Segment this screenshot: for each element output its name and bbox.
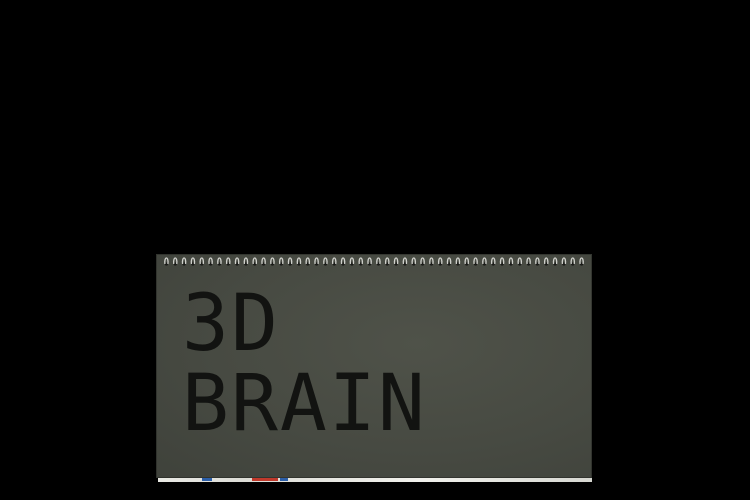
notebook-title: 3D BRAIN	[182, 284, 427, 444]
title-line-2: BRAIN	[182, 359, 427, 449]
page-edges	[158, 478, 592, 482]
notebook-cover: 3D BRAIN	[156, 254, 592, 478]
page-mark-blue	[202, 478, 212, 481]
title-line-1: 3D	[182, 279, 280, 369]
spiral-binding	[164, 257, 584, 266]
page-mark-blue-2	[280, 478, 288, 481]
photo-scene: 3D BRAIN	[0, 0, 750, 500]
page-mark-red	[252, 478, 278, 481]
spiral-notebook: 3D BRAIN	[156, 254, 592, 482]
